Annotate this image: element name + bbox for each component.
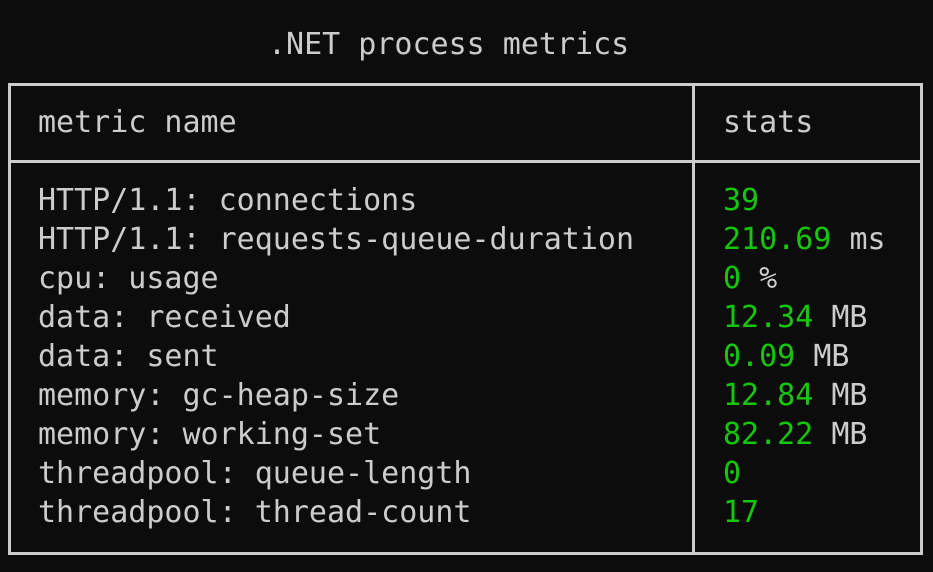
metric-value: 17 — [723, 495, 760, 530]
metric-value: 12.34 — [723, 300, 814, 335]
metric-value: 12.84 — [723, 378, 814, 413]
metric-name: cpu: usage — [38, 261, 219, 296]
metric-stat: 0.09 MB — [723, 337, 849, 376]
metric-unit: MB — [831, 300, 868, 335]
metric-name: memory: working-set — [38, 417, 382, 452]
metric-unit: MB — [813, 339, 850, 374]
page-title: .NET process metrics — [268, 27, 630, 62]
metric-name: threadpool: queue-length — [38, 456, 472, 491]
metric-name: data: sent — [38, 339, 219, 374]
metric-value: 210.69 — [723, 222, 832, 257]
metric-value: 0.09 — [723, 339, 796, 374]
metric-value: 82.22 — [723, 417, 814, 452]
metric-unit: MB — [831, 417, 868, 452]
metric-unit: ms — [849, 222, 886, 257]
metric-value: 0 — [723, 261, 742, 296]
metric-name: HTTP/1.1: requests-queue-duration — [38, 222, 635, 257]
column-divider — [692, 83, 695, 555]
metric-name: threadpool: thread-count — [38, 495, 472, 530]
metric-stat: 17 — [723, 493, 759, 532]
metric-unit: % — [759, 261, 778, 296]
metric-value: 39 — [723, 183, 760, 218]
metric-stat: 12.84 MB — [723, 376, 868, 415]
metric-value: 0 — [723, 456, 742, 491]
metric-unit: MB — [831, 378, 868, 413]
metric-stat: 0 % — [723, 259, 777, 298]
metric-name: data: received — [38, 300, 291, 335]
metric-name: HTTP/1.1: connections — [38, 183, 418, 218]
metric-stat: 0 — [723, 454, 741, 493]
header-metric-name: metric name — [38, 105, 237, 140]
header-divider — [8, 160, 923, 163]
metric-name: memory: gc-heap-size — [38, 378, 400, 413]
metric-stat: 39 — [723, 181, 759, 220]
metric-stat: 82.22 MB — [723, 415, 868, 454]
metric-stat: 210.69 ms — [723, 220, 886, 259]
header-stats: stats — [723, 105, 814, 140]
metric-stat: 12.34 MB — [723, 298, 868, 337]
